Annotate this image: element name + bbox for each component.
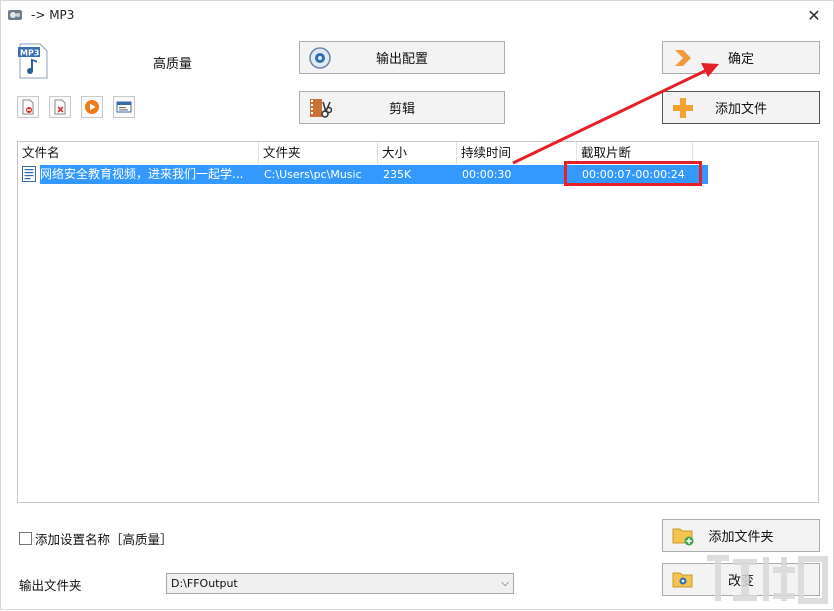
add-setting-name-option[interactable]: 添加设置名称［高质量］ [19,529,173,548]
add-folder-button[interactable]: 添加文件夹 [662,519,820,552]
add-setting-name-checkbox[interactable] [19,532,32,545]
output-folder-value: D:\FFOutput [171,577,238,590]
add-setting-name-label: 添加设置名称［高质量］ [35,532,173,547]
output-folder-label: 输出文件夹 [19,578,82,593]
add-folder-label: 添加文件夹 [708,530,774,545]
watermark-logo [707,555,828,604]
output-folder-select[interactable]: D:\FFOutput ⌵ [166,573,514,594]
app-window: -> MP3 ✕ MP3 高质量 输出配置 剪辑 确定 添加文件 文件名 文件夹… [0,0,834,610]
chevron-down-icon: ⌵ [501,578,509,589]
